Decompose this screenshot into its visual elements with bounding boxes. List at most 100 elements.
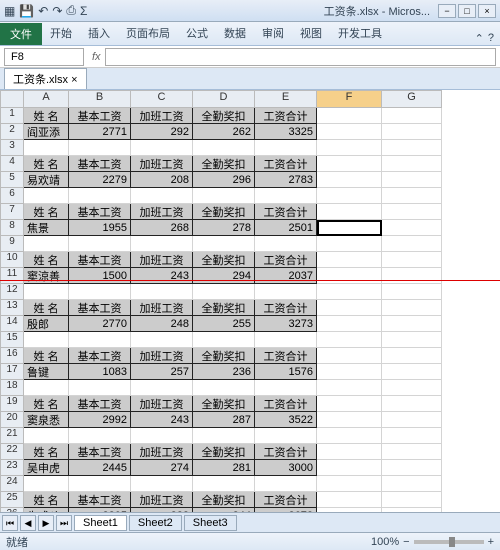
empty-cell[interactable] [24,236,69,252]
tab-insert[interactable]: 插入 [80,21,118,45]
header-cell[interactable]: 加班工资 [131,396,193,412]
undo-icon[interactable]: ↶ [38,4,48,18]
data-cell[interactable]: 鲁键 [24,364,69,380]
row-header[interactable]: 4 [0,156,24,172]
empty-cell[interactable] [131,380,193,396]
sheet-tab-2[interactable]: Sheet2 [129,515,182,531]
header-cell[interactable]: 姓 名 [24,204,69,220]
row-header[interactable]: 9 [0,236,24,252]
empty-cell[interactable] [317,332,382,348]
empty-cell[interactable] [317,204,382,220]
data-cell[interactable]: 268 [131,220,193,236]
header-cell[interactable]: 工资合计 [255,204,317,220]
header-cell[interactable]: 基本工资 [69,204,131,220]
maximize-button[interactable]: □ [458,4,476,18]
header-cell[interactable]: 工资合计 [255,348,317,364]
data-cell[interactable]: 阎亚添 [24,124,69,140]
empty-cell[interactable] [193,188,255,204]
row-header[interactable]: 24 [0,476,24,492]
header-cell[interactable]: 全勤奖扣 [193,300,255,316]
header-cell[interactable]: 姓 名 [24,492,69,508]
save-icon[interactable]: 💾 [19,4,34,18]
header-cell[interactable]: 全勤奖扣 [193,396,255,412]
data-cell[interactable]: 262 [193,124,255,140]
data-cell[interactable]: 殷郎 [24,316,69,332]
row-header[interactable]: 12 [0,284,24,300]
empty-cell[interactable] [24,380,69,396]
col-D[interactable]: D [193,90,255,108]
empty-cell[interactable] [382,140,442,156]
empty-cell[interactable] [382,188,442,204]
data-cell[interactable]: 3000 [255,460,317,476]
help-icon[interactable]: ? [488,32,494,45]
data-cell[interactable]: 2783 [255,172,317,188]
select-all-corner[interactable] [0,90,24,108]
empty-cell[interactable] [382,220,442,236]
empty-cell[interactable] [382,124,442,140]
tab-layout[interactable]: 页面布局 [118,21,178,45]
minimize-button[interactable]: − [438,4,456,18]
data-cell[interactable]: 窦涼善 [24,268,69,284]
sheet-tab-3[interactable]: Sheet3 [184,515,237,531]
data-cell[interactable]: 255 [193,316,255,332]
empty-cell[interactable] [193,380,255,396]
empty-cell[interactable] [131,140,193,156]
empty-cell[interactable] [382,380,442,396]
header-cell[interactable]: 加班工资 [131,204,193,220]
row-header[interactable]: 5 [0,172,24,188]
header-cell[interactable]: 基本工资 [69,444,131,460]
empty-cell[interactable] [382,476,442,492]
empty-cell[interactable] [69,332,131,348]
header-cell[interactable]: 工资合计 [255,156,317,172]
empty-cell[interactable] [69,380,131,396]
empty-cell[interactable] [131,476,193,492]
empty-cell[interactable] [382,316,442,332]
data-cell[interactable]: 1500 [69,268,131,284]
empty-cell[interactable] [382,428,442,444]
empty-cell[interactable] [317,124,382,140]
row-header[interactable]: 3 [0,140,24,156]
header-cell[interactable]: 基本工资 [69,300,131,316]
col-B[interactable]: B [69,90,131,108]
empty-cell[interactable] [317,316,382,332]
data-cell[interactable]: 2771 [69,124,131,140]
empty-cell[interactable] [317,476,382,492]
tab-formula[interactable]: 公式 [178,21,216,45]
empty-cell[interactable] [317,460,382,476]
row-header[interactable]: 2 [0,124,24,140]
empty-cell[interactable] [382,412,442,428]
empty-cell[interactable] [255,332,317,348]
data-cell[interactable]: 274 [131,460,193,476]
data-cell[interactable]: 吴申虎 [24,460,69,476]
header-cell[interactable]: 加班工资 [131,444,193,460]
file-tab[interactable]: 文件 [0,23,42,45]
header-cell[interactable]: 全勤奖扣 [193,348,255,364]
sheet-nav-first[interactable]: ⏮ [2,515,18,531]
empty-cell[interactable] [255,284,317,300]
data-cell[interactable]: 208 [131,172,193,188]
sheet-nav-prev[interactable]: ◀ [20,515,36,531]
header-cell[interactable]: 加班工资 [131,108,193,124]
header-cell[interactable]: 基本工资 [69,492,131,508]
header-cell[interactable]: 基本工资 [69,396,131,412]
sheet-nav-last[interactable]: ⏭ [56,515,72,531]
header-cell[interactable]: 工资合计 [255,252,317,268]
empty-cell[interactable] [24,332,69,348]
empty-cell[interactable] [317,396,382,412]
row-header[interactable]: 1 [0,108,24,124]
formula-input[interactable] [105,48,496,66]
empty-cell[interactable] [24,476,69,492]
empty-cell[interactable] [382,252,442,268]
data-cell[interactable]: 292 [131,124,193,140]
empty-cell[interactable] [317,300,382,316]
empty-cell[interactable] [382,460,442,476]
empty-cell[interactable] [69,428,131,444]
data-cell[interactable]: 257 [131,364,193,380]
empty-cell[interactable] [131,188,193,204]
empty-cell[interactable] [382,284,442,300]
empty-cell[interactable] [255,236,317,252]
data-cell[interactable]: 1576 [255,364,317,380]
close-button[interactable]: × [478,4,496,18]
empty-cell[interactable] [255,188,317,204]
empty-cell[interactable] [382,348,442,364]
